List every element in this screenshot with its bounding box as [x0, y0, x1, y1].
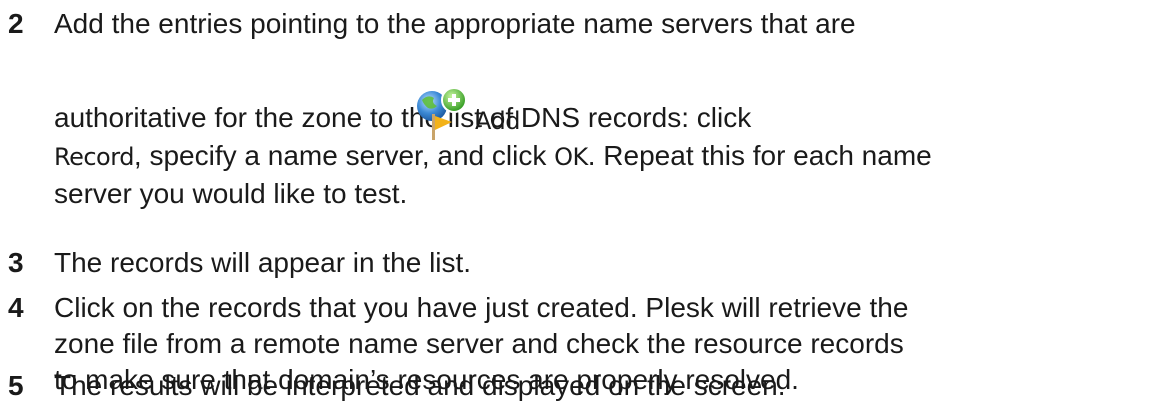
step-4-line-1: Click on the records that you have just …	[54, 292, 909, 323]
step-2-line-4: server you would like to test.	[54, 178, 408, 209]
step-number: 4	[8, 292, 24, 323]
step-2-line-2: authoritative for the zone to the list o…	[54, 100, 751, 136]
step-2-line-3-text: , specify a name server, and click	[133, 140, 555, 171]
step-2: 2 Add the entries pointing to the approp…	[0, 6, 1155, 209]
step-2-add-record-label: Add	[475, 102, 520, 139]
step-2-line-3: Record, specify a name server, and click…	[54, 138, 932, 175]
add-record-icon	[417, 87, 467, 140]
ok-label: OK	[554, 143, 588, 171]
step-number: 3	[8, 247, 24, 278]
step-number: 5	[8, 370, 24, 401]
add-record-label-part1: Add	[475, 107, 520, 135]
step-number: 2	[8, 8, 24, 39]
step-2-line-3-end: . Repeat this for each name	[587, 140, 932, 171]
step-4-line-2: zone file from a remote name server and …	[54, 328, 904, 359]
step-3-line-1: The records will appear in the list.	[54, 247, 472, 278]
step-2-line-2-text: authoritative for the zone to the list o…	[54, 102, 752, 133]
step-5-line-1: The results will be interpreted and disp…	[54, 370, 786, 401]
step-2-line-1: Add the entries pointing to the appropri…	[54, 8, 856, 39]
add-record-label-part2: Record	[54, 143, 134, 171]
